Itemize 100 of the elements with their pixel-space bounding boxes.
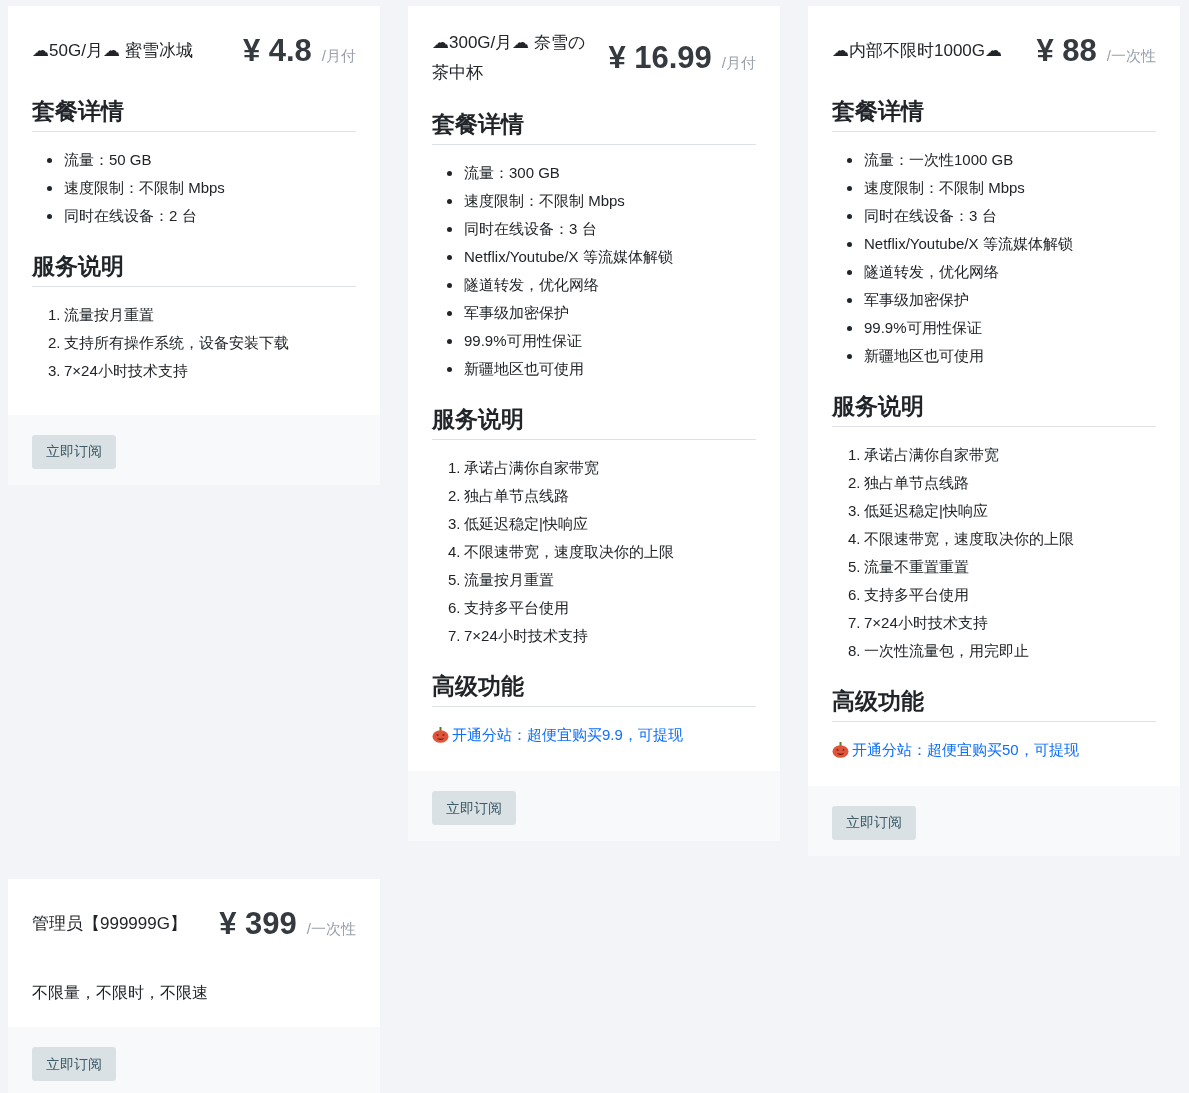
bullet-icon xyxy=(47,185,52,191)
feature-item: 新疆地区也可使用 xyxy=(864,341,1156,370)
billing-period: /月付 xyxy=(721,52,756,73)
substation-link[interactable]: 开通分站：超便宜购买50，可提现 xyxy=(852,735,1079,764)
service-item: 独占单节点线路 xyxy=(464,486,569,506)
bullet-icon xyxy=(847,185,852,191)
bullet-icon xyxy=(847,297,852,303)
section-heading: 服务说明 xyxy=(432,399,756,440)
feature-item: 流量：300 GB xyxy=(464,159,756,187)
list-number: 3. xyxy=(848,500,862,521)
plan-title: ☁内部不限时1000G☁ xyxy=(832,40,1004,63)
service-item: 流量按月重置 xyxy=(64,304,154,325)
list-number: 3. xyxy=(448,514,462,534)
list-number: 1. xyxy=(48,304,62,325)
bullet-icon xyxy=(847,353,852,359)
bullet-icon xyxy=(47,157,52,163)
feature-item: 速度限制：不限制 Mbps xyxy=(64,173,356,202)
list-number: 5. xyxy=(448,570,462,590)
bullet-icon xyxy=(847,241,852,247)
subscribe-button[interactable]: 立即订阅 xyxy=(832,805,916,840)
service-item: 承诺占满你自家带宽 xyxy=(464,458,599,478)
bullet-icon xyxy=(447,311,452,316)
service-item: 低延迟稳定|快响应 xyxy=(864,500,988,521)
plan-title: 管理员【999999G】 xyxy=(32,912,188,935)
feature-item: 同时在线设备：3 台 xyxy=(464,215,756,243)
bullet-icon xyxy=(447,339,452,344)
billing-period: /一次性 xyxy=(306,918,356,939)
section-heading: 套餐详情 xyxy=(432,104,756,145)
plan-price: ¥ 88 xyxy=(1036,32,1097,70)
list-number: 2. xyxy=(448,486,462,506)
list-number: 1. xyxy=(848,444,862,465)
service-item: 承诺占满你自家带宽 xyxy=(864,444,999,465)
list-number: 4. xyxy=(848,528,862,549)
feature-item: 隧道转发，优化网络 xyxy=(864,257,1156,286)
substation-link[interactable]: 开通分站：超便宜购买9.9，可提现 xyxy=(452,721,683,749)
section-heading: 套餐详情 xyxy=(32,90,356,132)
feature-item: 99.9%可用性保证 xyxy=(864,313,1156,342)
service-item: 一次性流量包，用完即止 xyxy=(864,640,1029,661)
service-item: 独占单节点线路 xyxy=(864,472,969,493)
plan-price: ¥ 16.99 xyxy=(608,38,712,77)
pumpkin-icon xyxy=(432,727,449,743)
service-item: 流量不重置重置 xyxy=(864,556,969,577)
plan-title: ☁300G/月☁ 奈雪の茶中杯 xyxy=(432,32,587,84)
service-item: 7×24小时技术支持 xyxy=(864,612,988,633)
bullet-icon xyxy=(447,227,452,232)
list-number: 7. xyxy=(448,626,462,646)
list-number: 3. xyxy=(48,360,62,381)
service-item: 支持多平台使用 xyxy=(464,598,569,618)
feature-item: 同时在线设备：3 台 xyxy=(864,201,1156,230)
service-item: 流量按月重置 xyxy=(464,570,554,590)
section-heading: 服务说明 xyxy=(832,385,1156,427)
bullet-icon xyxy=(447,199,452,204)
feature-item: 流量：一次性1000 GB xyxy=(864,145,1156,174)
list-number: 1. xyxy=(448,458,462,478)
list-number: 2. xyxy=(48,332,62,353)
list-number: 6. xyxy=(848,584,862,605)
bullet-icon xyxy=(447,255,452,260)
feature-item: 99.9%可用性保证 xyxy=(464,327,756,355)
bullet-icon xyxy=(847,269,852,275)
plan-price: ¥ 4.8 xyxy=(242,32,312,70)
billing-period: /月付 xyxy=(321,46,356,66)
bullet-icon xyxy=(847,157,852,163)
feature-item: Netflix/Youtube/X 等流媒体解锁 xyxy=(464,243,756,271)
feature-item: 隧道转发，优化网络 xyxy=(464,271,756,299)
bullet-icon xyxy=(447,367,452,372)
feature-item: 同时在线设备：2 台 xyxy=(64,201,356,230)
service-item: 支持多平台使用 xyxy=(864,584,969,605)
feature-item: 流量：50 GB xyxy=(64,145,356,174)
list-number: 8. xyxy=(848,640,862,661)
list-number: 7. xyxy=(848,612,862,633)
service-item: 不限速带宽，速度取决你的上限 xyxy=(464,542,674,562)
bullet-icon xyxy=(447,171,452,176)
bullet-icon xyxy=(847,325,852,331)
service-item: 支持所有操作系统，设备安装下载 xyxy=(64,332,289,353)
subscribe-button[interactable]: 立即订阅 xyxy=(32,434,116,469)
list-number: 4. xyxy=(448,542,462,562)
pumpkin-icon xyxy=(832,741,849,758)
feature-item: 军事级加密保护 xyxy=(864,285,1156,314)
plan-price: ¥ 399 xyxy=(219,904,297,943)
feature-item: 新疆地区也可使用 xyxy=(464,355,756,383)
bullet-icon xyxy=(47,213,52,219)
plan-description: 不限量，不限时，不限速 xyxy=(32,983,209,1003)
billing-period: /一次性 xyxy=(1106,46,1156,66)
service-item: 7×24小时技术支持 xyxy=(64,360,188,381)
bullet-icon xyxy=(847,213,852,219)
section-heading: 服务说明 xyxy=(32,245,356,287)
feature-item: 速度限制：不限制 Mbps xyxy=(464,187,756,215)
subscribe-button[interactable]: 立即订阅 xyxy=(432,791,516,825)
bullet-icon xyxy=(447,283,452,288)
list-number: 6. xyxy=(448,598,462,618)
section-heading: 高级功能 xyxy=(832,680,1156,722)
list-number: 2. xyxy=(848,472,862,493)
subscribe-button[interactable]: 立即订阅 xyxy=(32,1047,116,1081)
feature-item: 军事级加密保护 xyxy=(464,299,756,327)
service-item: 不限速带宽，速度取决你的上限 xyxy=(864,528,1074,549)
section-heading: 套餐详情 xyxy=(832,90,1156,132)
plan-title: ☁50G/月☁ 蜜雪冰城 xyxy=(32,40,194,63)
feature-item: 速度限制：不限制 Mbps xyxy=(864,173,1156,202)
feature-item: Netflix/Youtube/X 等流媒体解锁 xyxy=(864,229,1156,258)
section-heading: 高级功能 xyxy=(432,666,756,707)
